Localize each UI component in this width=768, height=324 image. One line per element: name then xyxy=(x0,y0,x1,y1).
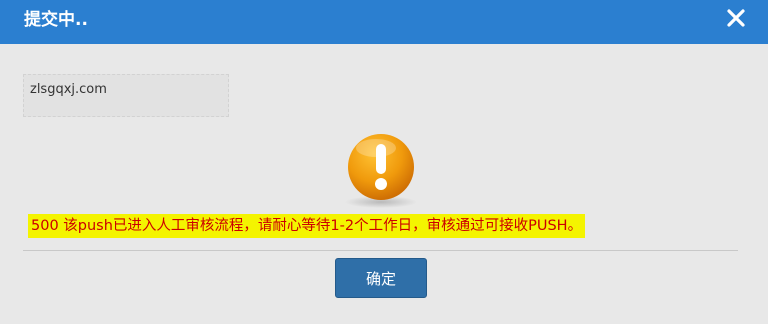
domain-field: zlsgqxj.com xyxy=(23,74,229,117)
dialog-titlebar: 提交中.. xyxy=(0,0,768,44)
confirm-button[interactable]: 确定 xyxy=(335,258,427,298)
close-icon[interactable] xyxy=(724,6,748,30)
divider xyxy=(23,250,738,251)
dialog-title: 提交中.. xyxy=(24,10,88,30)
warning-exclamation-icon xyxy=(338,130,424,210)
submit-dialog: 提交中.. zlsgqxj.com 500 该push已进入人工审核流程，请耐心… xyxy=(0,0,768,324)
domain-text: zlsgqxj.com xyxy=(30,82,107,97)
status-message: 500 该push已进入人工审核流程，请耐心等待1-2个工作日，审核通过可接收P… xyxy=(28,214,586,238)
